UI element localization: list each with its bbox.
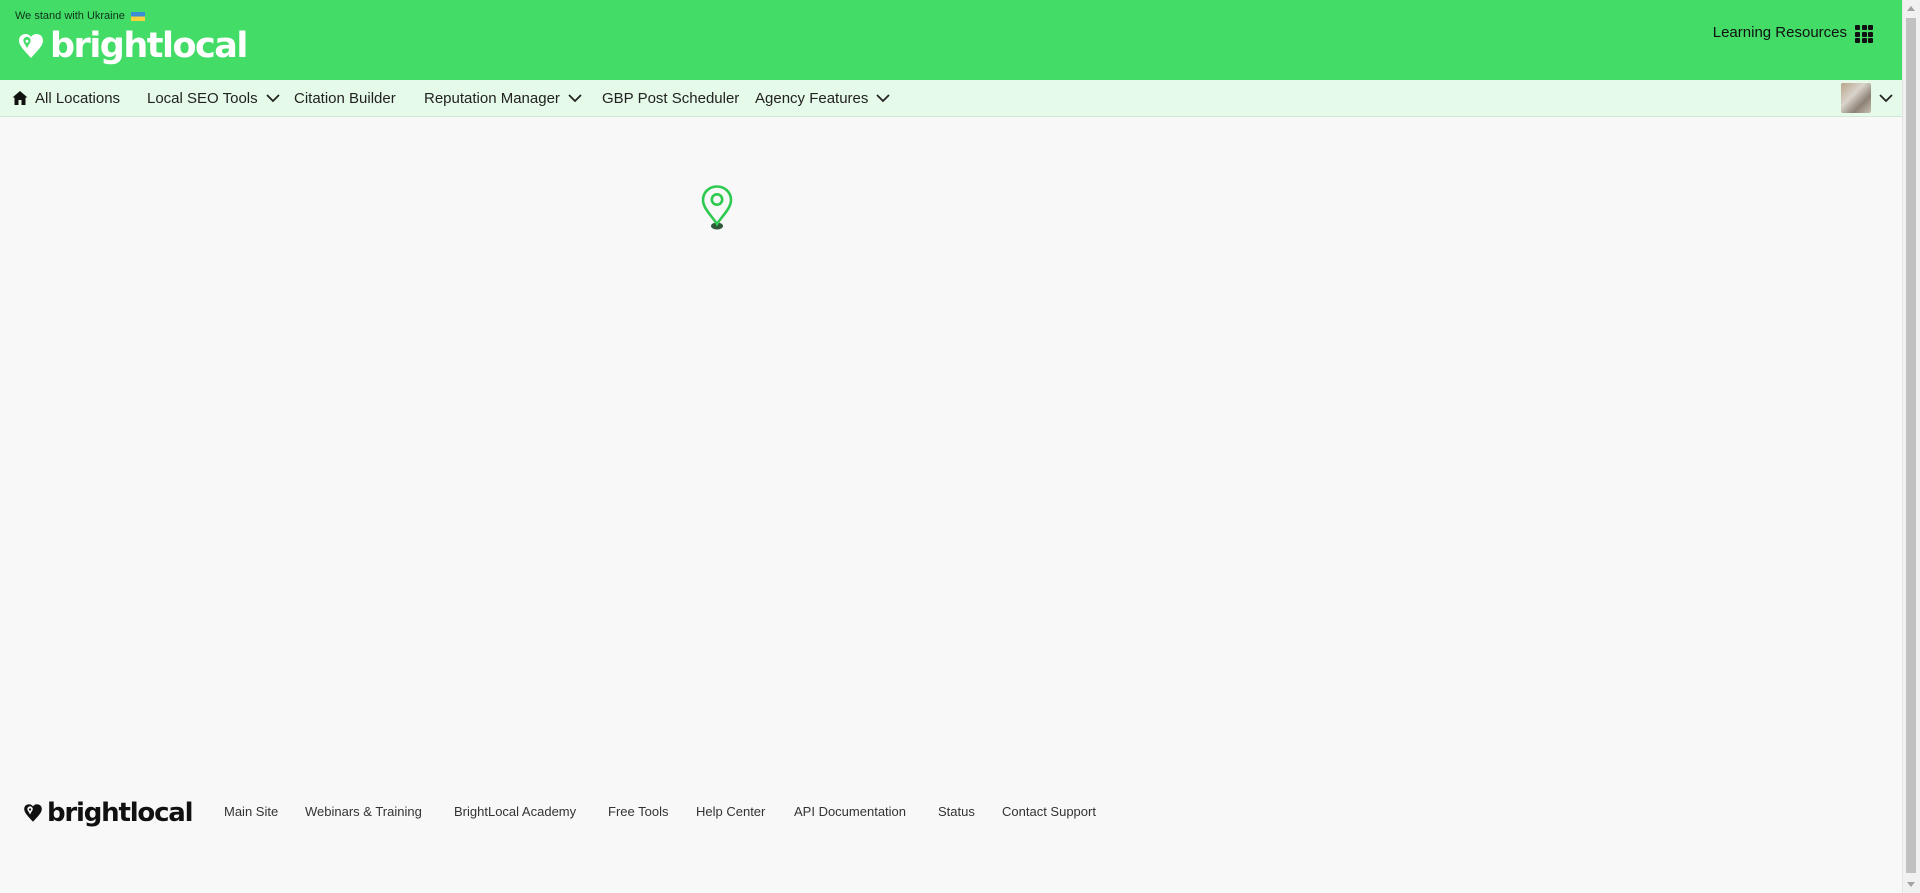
footer-link-webinars[interactable]: Webinars & Training [305, 804, 422, 819]
logo-text: brightlocal [50, 26, 248, 66]
ukraine-flag-icon [130, 11, 145, 21]
learning-resources-label: Learning Resources [1712, 24, 1847, 41]
chevron-down-icon [568, 94, 582, 103]
nav-citation-builder[interactable]: Citation Builder [294, 80, 396, 116]
footer-logo[interactable]: brightlocal [22, 798, 194, 828]
ukraine-banner[interactable]: We stand with Ukraine [15, 10, 145, 22]
home-icon [12, 91, 28, 105]
main-nav: All Locations Local SEO Tools Citation B… [0, 80, 1903, 117]
footer: brightlocal Main Site Webinars & Trainin… [0, 790, 1903, 836]
chevron-down-icon [876, 94, 891, 103]
heart-pin-logo-icon [24, 804, 42, 822]
footer-link-free-tools[interactable]: Free Tools [608, 804, 668, 819]
map-pin-icon [701, 185, 733, 230]
chevron-down-icon [265, 94, 280, 103]
nav-all-locations-label: All Locations [35, 89, 121, 107]
nav-reputation-manager[interactable]: Reputation Manager [424, 80, 584, 116]
nav-reputation-manager-label: Reputation Manager [424, 89, 560, 107]
nav-agency-features[interactable]: Agency Features [755, 80, 892, 116]
scroll-down-arrow-icon[interactable] [1907, 882, 1915, 887]
top-header: We stand with Ukraine brightlocal Learni… [0, 0, 1903, 80]
scroll-up-arrow-icon[interactable] [1907, 6, 1915, 11]
user-menu-chevron-down-icon[interactable] [1877, 89, 1895, 107]
user-avatar[interactable] [1841, 83, 1871, 113]
nav-gbp-post-scheduler-label: GBP Post Scheduler [602, 89, 740, 107]
footer-link-status[interactable]: Status [938, 804, 975, 819]
footer-link-academy[interactable]: BrightLocal Academy [454, 804, 576, 819]
grid-icon[interactable] [1855, 25, 1873, 43]
scroll-thumb[interactable] [1906, 18, 1916, 873]
learning-resources-link[interactable]: Learning Resources [1713, 24, 1847, 41]
vertical-scrollbar[interactable] [1902, 0, 1920, 893]
footer-link-contact-support[interactable]: Contact Support [1002, 804, 1096, 819]
heart-pin-logo-icon [19, 34, 43, 58]
footer-link-api-docs[interactable]: API Documentation [794, 804, 906, 819]
ukraine-banner-text: We stand with Ukraine [15, 10, 125, 22]
nav-agency-features-label: Agency Features [755, 89, 869, 107]
nav-local-seo-tools-label: Local SEO Tools [147, 89, 258, 107]
nav-gbp-post-scheduler[interactable]: GBP Post Scheduler [602, 80, 739, 116]
page: We stand with Ukraine brightlocal Learni… [0, 0, 1903, 893]
nav-local-seo-tools[interactable]: Local SEO Tools [147, 80, 282, 116]
footer-logo-text: brightlocal [47, 798, 194, 828]
footer-link-main-site[interactable]: Main Site [224, 804, 278, 819]
nav-all-locations[interactable]: All Locations [11, 80, 120, 116]
brightlocal-logo[interactable]: brightlocal [16, 26, 248, 66]
nav-citation-builder-label: Citation Builder [294, 89, 396, 107]
footer-link-help-center[interactable]: Help Center [696, 804, 765, 819]
